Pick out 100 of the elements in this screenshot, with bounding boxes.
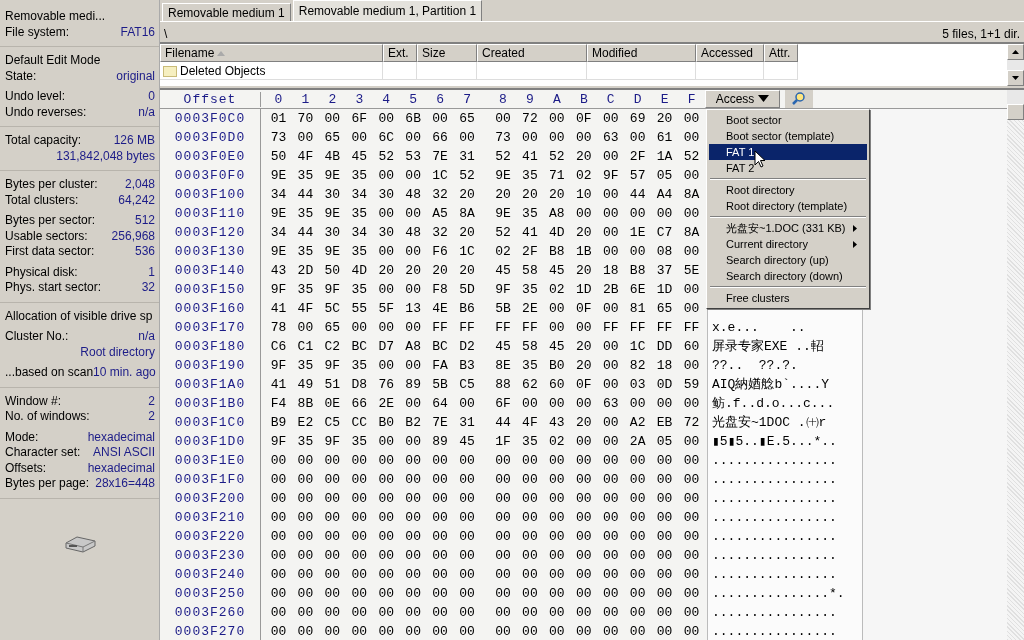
hex-byte[interactable]: 0D xyxy=(651,375,679,394)
hex-byte[interactable]: 45 xyxy=(489,337,517,356)
hex-byte[interactable]: 00 xyxy=(318,508,346,527)
hex-byte[interactable]: 20 xyxy=(651,109,679,128)
ascii-text[interactable]: ...............*. xyxy=(712,586,845,601)
hex-byte[interactable]: 00 xyxy=(570,584,598,603)
hex-byte[interactable]: 5E xyxy=(678,261,705,280)
hex-byte[interactable]: 00 xyxy=(372,318,400,337)
hex-byte[interactable]: 00 xyxy=(372,622,400,640)
hex-byte[interactable]: 63 xyxy=(597,128,625,147)
hex-byte[interactable]: 35 xyxy=(345,356,373,375)
hex-byte[interactable]: 00 xyxy=(597,584,625,603)
hex-byte[interactable]: 57 xyxy=(624,166,652,185)
hex-byte[interactable]: 00 xyxy=(543,489,571,508)
hex-byte[interactable]: 00 xyxy=(291,546,319,565)
hex-byte[interactable]: 6F xyxy=(345,109,373,128)
hex-byte[interactable]: 00 xyxy=(570,565,598,584)
hex-byte[interactable]: 00 xyxy=(291,318,319,337)
hex-byte[interactable]: 00 xyxy=(597,413,625,432)
hex-byte[interactable]: 00 xyxy=(265,622,292,640)
hex-byte[interactable]: 00 xyxy=(291,128,319,147)
hex-byte[interactable]: C5 xyxy=(453,375,481,394)
hex-byte[interactable]: 8B xyxy=(291,394,319,413)
hex-byte[interactable]: 78 xyxy=(265,318,292,337)
hex-byte[interactable]: 51 xyxy=(318,375,346,394)
hex-byte[interactable]: 00 xyxy=(372,451,400,470)
hex-byte[interactable]: 35 xyxy=(345,432,373,451)
hex-byte[interactable]: 4F xyxy=(291,299,319,318)
hex-byte[interactable]: 00 xyxy=(516,603,544,622)
hex-byte[interactable]: C2 xyxy=(318,337,346,356)
hex-byte[interactable]: 61 xyxy=(651,128,679,147)
hex-byte[interactable]: 20 xyxy=(453,261,481,280)
hex-byte[interactable]: 00 xyxy=(372,280,400,299)
hex-byte[interactable]: 00 xyxy=(399,204,427,223)
hex-byte[interactable]: 65 xyxy=(453,109,481,128)
hex-byte[interactable]: 00 xyxy=(265,470,292,489)
menu-item[interactable]: Root directory (template) xyxy=(709,198,867,214)
hex-byte[interactable]: 00 xyxy=(265,508,292,527)
hex-byte[interactable]: 65 xyxy=(318,318,346,337)
hex-byte[interactable]: 00 xyxy=(516,565,544,584)
hex-byte[interactable]: 45 xyxy=(543,261,571,280)
hex-byte[interactable]: 00 xyxy=(678,128,705,147)
hex-byte[interactable]: 43 xyxy=(543,413,571,432)
hex-byte[interactable]: 00 xyxy=(678,489,705,508)
hex-byte[interactable]: 2E xyxy=(516,299,544,318)
hex-byte[interactable]: 00 xyxy=(597,375,625,394)
hex-byte[interactable]: 1E xyxy=(624,223,652,242)
hex-byte[interactable]: 45 xyxy=(489,261,517,280)
hex-byte[interactable]: 00 xyxy=(489,584,517,603)
hex-byte[interactable]: C5 xyxy=(318,413,346,432)
hex-byte[interactable]: 6C xyxy=(372,128,400,147)
hex-byte[interactable]: B3 xyxy=(453,356,481,375)
hex-byte[interactable]: 00 xyxy=(678,470,705,489)
hex-byte[interactable]: 00 xyxy=(318,451,346,470)
hex-byte[interactable]: 00 xyxy=(624,508,652,527)
menu-item[interactable]: Current directory xyxy=(709,236,867,252)
hex-byte[interactable]: 00 xyxy=(265,565,292,584)
hex-byte[interactable]: 1F xyxy=(489,432,517,451)
hex-byte[interactable]: 00 xyxy=(399,451,427,470)
access-dropdown[interactable]: Access xyxy=(705,90,780,108)
hex-byte[interactable]: 52 xyxy=(489,147,517,166)
hex-byte[interactable]: 00 xyxy=(597,109,625,128)
hex-byte[interactable]: 41 xyxy=(265,375,292,394)
hex-byte[interactable]: A4 xyxy=(651,185,679,204)
hex-byte[interactable]: 00 xyxy=(570,128,598,147)
hex-byte[interactable]: 2E xyxy=(372,394,400,413)
hex-byte[interactable]: B0 xyxy=(372,413,400,432)
hex-byte[interactable]: 00 xyxy=(399,394,427,413)
hex-byte[interactable]: 20 xyxy=(489,185,517,204)
hex-byte[interactable]: 00 xyxy=(597,204,625,223)
hex-byte[interactable]: 4D xyxy=(543,223,571,242)
hex-byte[interactable]: 00 xyxy=(426,622,454,640)
hex-byte[interactable]: 00 xyxy=(426,508,454,527)
hex-byte[interactable]: 00 xyxy=(372,432,400,451)
hex-byte[interactable]: 00 xyxy=(570,622,598,640)
hex-byte[interactable]: 00 xyxy=(543,299,571,318)
hex-byte[interactable]: 00 xyxy=(516,489,544,508)
menu-item[interactable]: FAT 1 xyxy=(709,144,867,160)
hex-byte[interactable]: 9F xyxy=(489,280,517,299)
hex-byte[interactable]: 32 xyxy=(426,185,454,204)
hex-byte[interactable]: 35 xyxy=(291,242,319,261)
hex-byte[interactable]: 8E xyxy=(489,356,517,375)
hex-byte[interactable]: 00 xyxy=(570,204,598,223)
hex-byte[interactable]: D7 xyxy=(372,337,400,356)
hex-byte[interactable]: 00 xyxy=(678,242,705,261)
hex-byte[interactable]: FF xyxy=(426,318,454,337)
hex-byte[interactable]: 41 xyxy=(516,147,544,166)
hex-byte[interactable]: 00 xyxy=(291,622,319,640)
hex-byte[interactable]: 00 xyxy=(678,166,705,185)
hex-byte[interactable]: FF xyxy=(624,318,652,337)
hex-byte[interactable]: 1B xyxy=(570,242,598,261)
hex-byte[interactable]: 00 xyxy=(489,565,517,584)
hex-byte[interactable]: B8 xyxy=(543,242,571,261)
hex-byte[interactable]: 48 xyxy=(399,223,427,242)
hex-byte[interactable]: 00 xyxy=(597,546,625,565)
hex-byte[interactable]: 52 xyxy=(372,147,400,166)
hex-byte[interactable]: 00 xyxy=(489,622,517,640)
hex-byte[interactable]: 9E xyxy=(265,242,292,261)
hex-byte[interactable]: 00 xyxy=(399,527,427,546)
hex-byte[interactable]: 81 xyxy=(624,299,652,318)
